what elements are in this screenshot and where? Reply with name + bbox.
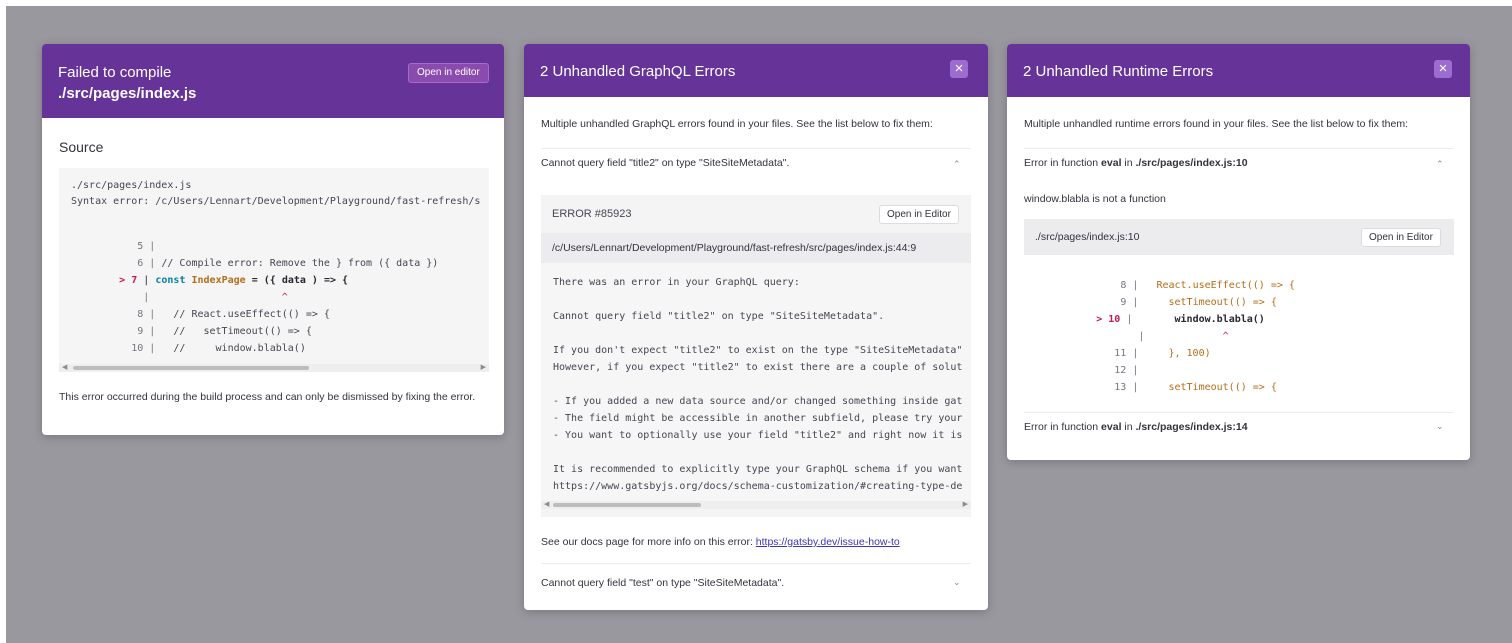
graphql-errors-header: 2 Unhandled GraphQL Errors ×	[524, 44, 988, 97]
compile-source-code: ./src/pages/index.js Syntax error: /c/Us…	[59, 168, 489, 364]
open-in-editor-button[interactable]: Open in Editor	[1361, 228, 1441, 247]
message-line: https://www.gatsbyjs.org/docs/schema-cus…	[553, 481, 963, 492]
divider	[1024, 148, 1454, 149]
divider	[541, 563, 971, 564]
scroll-left-icon[interactable]: ◀	[62, 364, 67, 372]
compile-error-file: ./src/pages/index.js	[58, 85, 197, 102]
runtime-error-message: window.blabla is not a function	[1024, 193, 1166, 205]
chevron-up-icon: ⌃	[953, 159, 961, 169]
runtime-source-code: 8 | React.useEffect(() => { 9 | setTimeo…	[1024, 255, 1454, 401]
graphql-error-detail: ERROR #85923 Open in Editor /c/Users/Len…	[541, 195, 971, 517]
graphql-intro: Multiple unhandled GraphQL errors found …	[541, 118, 933, 130]
close-icon[interactable]: ×	[1434, 60, 1452, 78]
scroll-thumb[interactable]	[73, 366, 309, 370]
graphql-error-toggle-title2[interactable]: Cannot query field "title2" on type "Sit…	[541, 157, 971, 173]
compile-error-footer: This error occurred during the build pro…	[59, 391, 476, 403]
runtime-source-box: ./src/pages/index.js:10 Open in Editor 8…	[1024, 219, 1454, 401]
code-syntax-line: Syntax error: /c/Users/Lennart/Developme…	[71, 196, 481, 207]
message-line: - You want to optionally use your field …	[553, 430, 963, 441]
chevron-up-icon: ⌃	[1436, 159, 1444, 169]
close-icon[interactable]: ×	[950, 60, 968, 78]
horizontal-scrollbar[interactable]: ◀ ▶	[59, 364, 489, 372]
message-line: However, if you expect "title2" to exist…	[553, 362, 963, 373]
graphql-errors-panel: 2 Unhandled GraphQL Errors × Multiple un…	[524, 44, 988, 610]
scroll-right-icon[interactable]: ▶	[481, 364, 486, 372]
graphql-error-summary: Cannot query field "title2" on type "Sit…	[541, 157, 790, 169]
divider	[541, 148, 971, 149]
chevron-down-icon: ⌄	[1436, 421, 1444, 431]
message-line: If you don't expect "title2" to exist on…	[553, 345, 963, 356]
chevron-down-icon: ⌄	[953, 577, 961, 587]
message-line: It is recommended to explicitly type you…	[553, 464, 963, 475]
compile-error-header: Failed to compile ./src/pages/index.js O…	[42, 44, 504, 118]
runtime-errors-panel: 2 Unhandled Runtime Errors × Multiple un…	[1007, 44, 1470, 460]
runtime-error-toggle-line10[interactable]: Error in function eval in ./src/pages/in…	[1024, 157, 1454, 173]
scroll-left-icon[interactable]: ◀	[544, 501, 549, 509]
horizontal-scrollbar[interactable]: ◀ ▶	[541, 501, 971, 509]
runtime-errors-header: 2 Unhandled Runtime Errors ×	[1007, 44, 1470, 97]
graphql-errors-title: 2 Unhandled GraphQL Errors	[540, 63, 736, 80]
graphql-error-summary: Cannot query field "test" on type "SiteS…	[541, 577, 785, 589]
graphql-error-message: There was an error in your GraphQL query…	[541, 263, 971, 501]
docs-note: See our docs page for more info on this …	[541, 536, 900, 548]
code-line: 10 | // window.blabla()	[131, 343, 306, 354]
runtime-intro: Multiple unhandled runtime errors found …	[1024, 118, 1409, 130]
scroll-thumb[interactable]	[553, 503, 701, 507]
message-line: Cannot query field "title2" on type "Sit…	[553, 311, 885, 322]
runtime-source-header: ./src/pages/index.js:10 Open in Editor	[1024, 219, 1454, 255]
error-file-path: /c/Users/Lennart/Development/Playground/…	[552, 242, 917, 254]
error-path-bar: /c/Users/Lennart/Development/Playground/…	[541, 233, 971, 263]
graphql-error-toggle-test[interactable]: Cannot query field "test" on type "SiteS…	[541, 577, 971, 593]
divider	[1024, 412, 1454, 413]
overlay-backdrop: Failed to compile ./src/pages/index.js O…	[6, 6, 1512, 643]
open-in-editor-button[interactable]: Open in Editor	[879, 205, 959, 224]
code-line: 13 | setTimeout(() => {	[1114, 382, 1277, 393]
compile-error-panel: Failed to compile ./src/pages/index.js O…	[42, 44, 504, 435]
scroll-right-icon[interactable]: ▶	[963, 501, 968, 509]
runtime-errors-title: 2 Unhandled Runtime Errors	[1023, 63, 1214, 80]
source-heading: Source	[59, 139, 104, 155]
docs-link[interactable]: https://gatsby.dev/issue-how-to	[756, 536, 900, 548]
compile-error-title: Failed to compile	[58, 64, 172, 81]
error-code: ERROR #85923	[552, 208, 632, 220]
open-in-editor-button[interactable]: Open in editor	[408, 63, 489, 83]
runtime-error-toggle-line14[interactable]: Error in function eval in ./src/pages/in…	[1024, 421, 1454, 437]
runtime-source-path: ./src/pages/index.js:10	[1035, 231, 1140, 243]
message-line: - The field might be accessible in anoth…	[553, 413, 963, 424]
code-path-line: ./src/pages/index.js	[71, 180, 192, 191]
message-line: There was an error in your GraphQL query…	[553, 277, 800, 288]
message-line: - If you added a new data source and/or …	[553, 396, 963, 407]
